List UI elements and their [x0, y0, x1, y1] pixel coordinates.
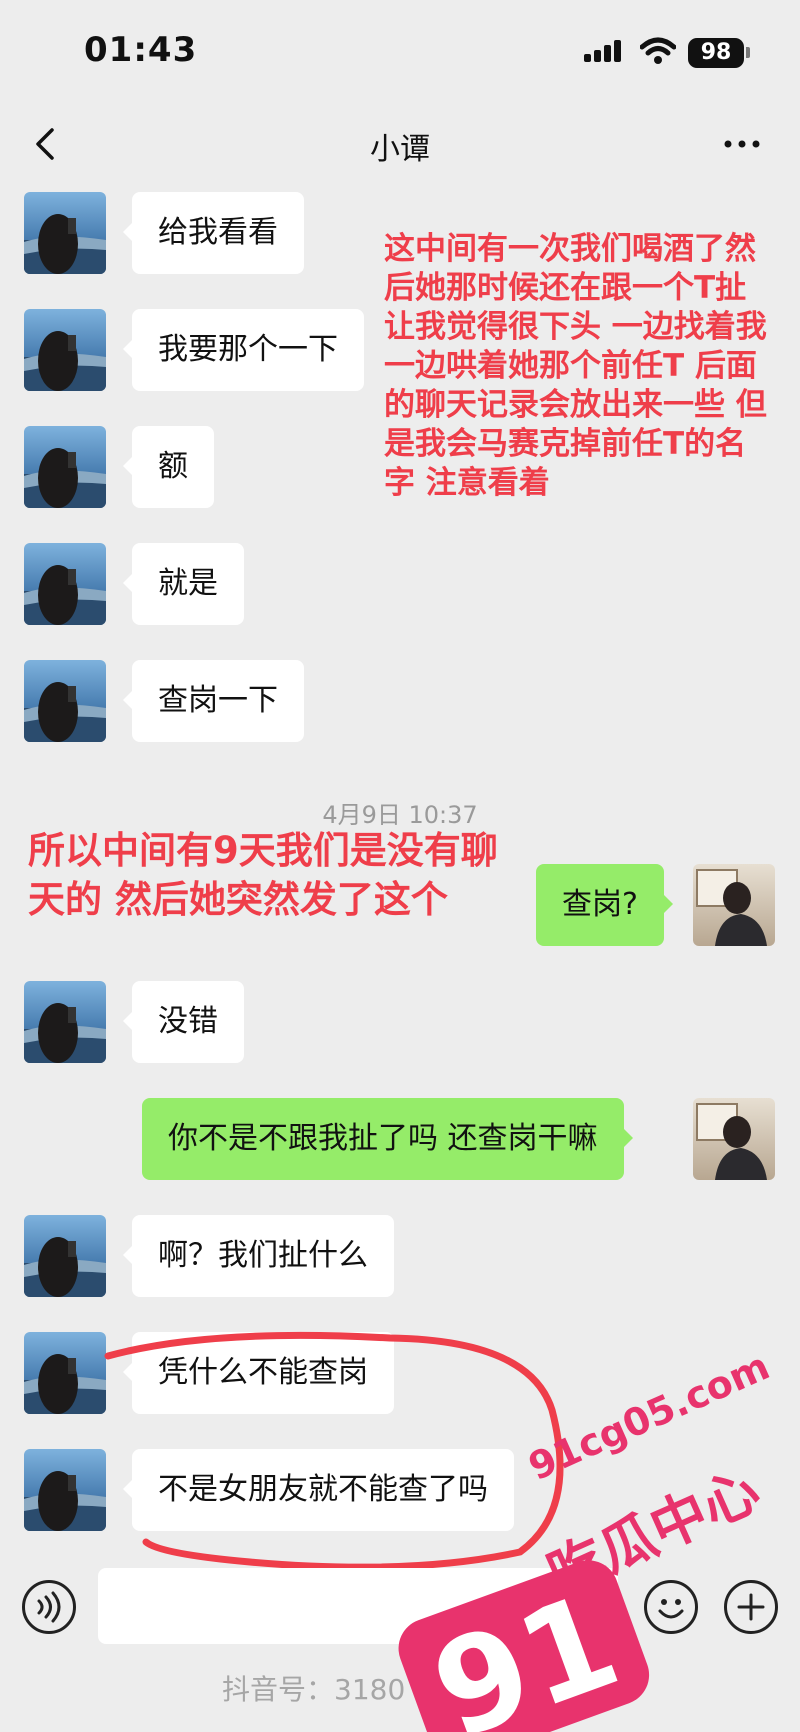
chat-timestamp: 4月9日 10:37 [322, 801, 478, 829]
emoji-icon[interactable] [644, 1580, 698, 1634]
annotation-note-top: 这中间有一次我们喝酒了然后她那时候还在跟一个T扯 让我觉得很下头 一边找着我一边… [384, 231, 767, 501]
wifi-icon [640, 37, 676, 64]
contact-avatar[interactable] [24, 309, 106, 391]
annotation-note-middle: 所以中间有9天我们是没有聊天的 然后她突然发了这个 [28, 829, 498, 921]
message-input[interactable] [98, 1568, 618, 1644]
message-bubble-incoming[interactable]: 啊？我们扯什么 [123, 1215, 394, 1297]
contact-avatar[interactable] [24, 660, 106, 742]
status-bar: 01:43 98 [0, 0, 800, 110]
contact-avatar[interactable] [24, 1332, 106, 1414]
more-icon[interactable] [722, 132, 762, 156]
self-avatar[interactable] [693, 1098, 775, 1180]
message-bubble-incoming[interactable]: 我要那个一下 [123, 309, 364, 391]
message-bubble-incoming[interactable]: 额 [123, 426, 214, 508]
message-bubble-incoming[interactable]: 查岗一下 [123, 660, 304, 742]
contact-avatar[interactable] [24, 543, 106, 625]
chat-title: 小谭 [370, 132, 430, 167]
status-time: 01:43 [84, 30, 198, 70]
contact-avatar[interactable] [24, 1215, 106, 1297]
message-bubble-incoming[interactable]: 不是女朋友就不能查了吗 [123, 1449, 514, 1531]
chat-header: 小谭 [0, 110, 800, 180]
contact-avatar[interactable] [24, 192, 106, 274]
message-bubble-outgoing[interactable]: 查岗? [536, 864, 673, 946]
message-bubble-incoming[interactable]: 给我看看 [123, 192, 304, 274]
message-bubble-incoming[interactable]: 就是 [123, 543, 244, 625]
plus-icon[interactable] [724, 1580, 778, 1634]
contact-avatar[interactable] [24, 981, 106, 1063]
contact-avatar[interactable] [24, 426, 106, 508]
message-bubble-incoming[interactable]: 凭什么不能查岗 [123, 1332, 394, 1414]
voice-icon[interactable] [22, 1580, 76, 1634]
self-avatar[interactable] [693, 864, 775, 946]
message-bubble-incoming[interactable]: 没错 [123, 981, 244, 1063]
cellular-signal-icon [584, 40, 626, 62]
input-bar [0, 1548, 800, 1658]
battery-indicator: 98 [688, 38, 744, 68]
message-bubble-outgoing[interactable]: 你不是不跟我扯了吗 还查岗干嘛 [142, 1098, 633, 1180]
battery-tip [746, 47, 750, 58]
contact-avatar[interactable] [24, 1449, 106, 1531]
douyin-watermark: 抖音号：3180 85787 [222, 1673, 504, 1706]
